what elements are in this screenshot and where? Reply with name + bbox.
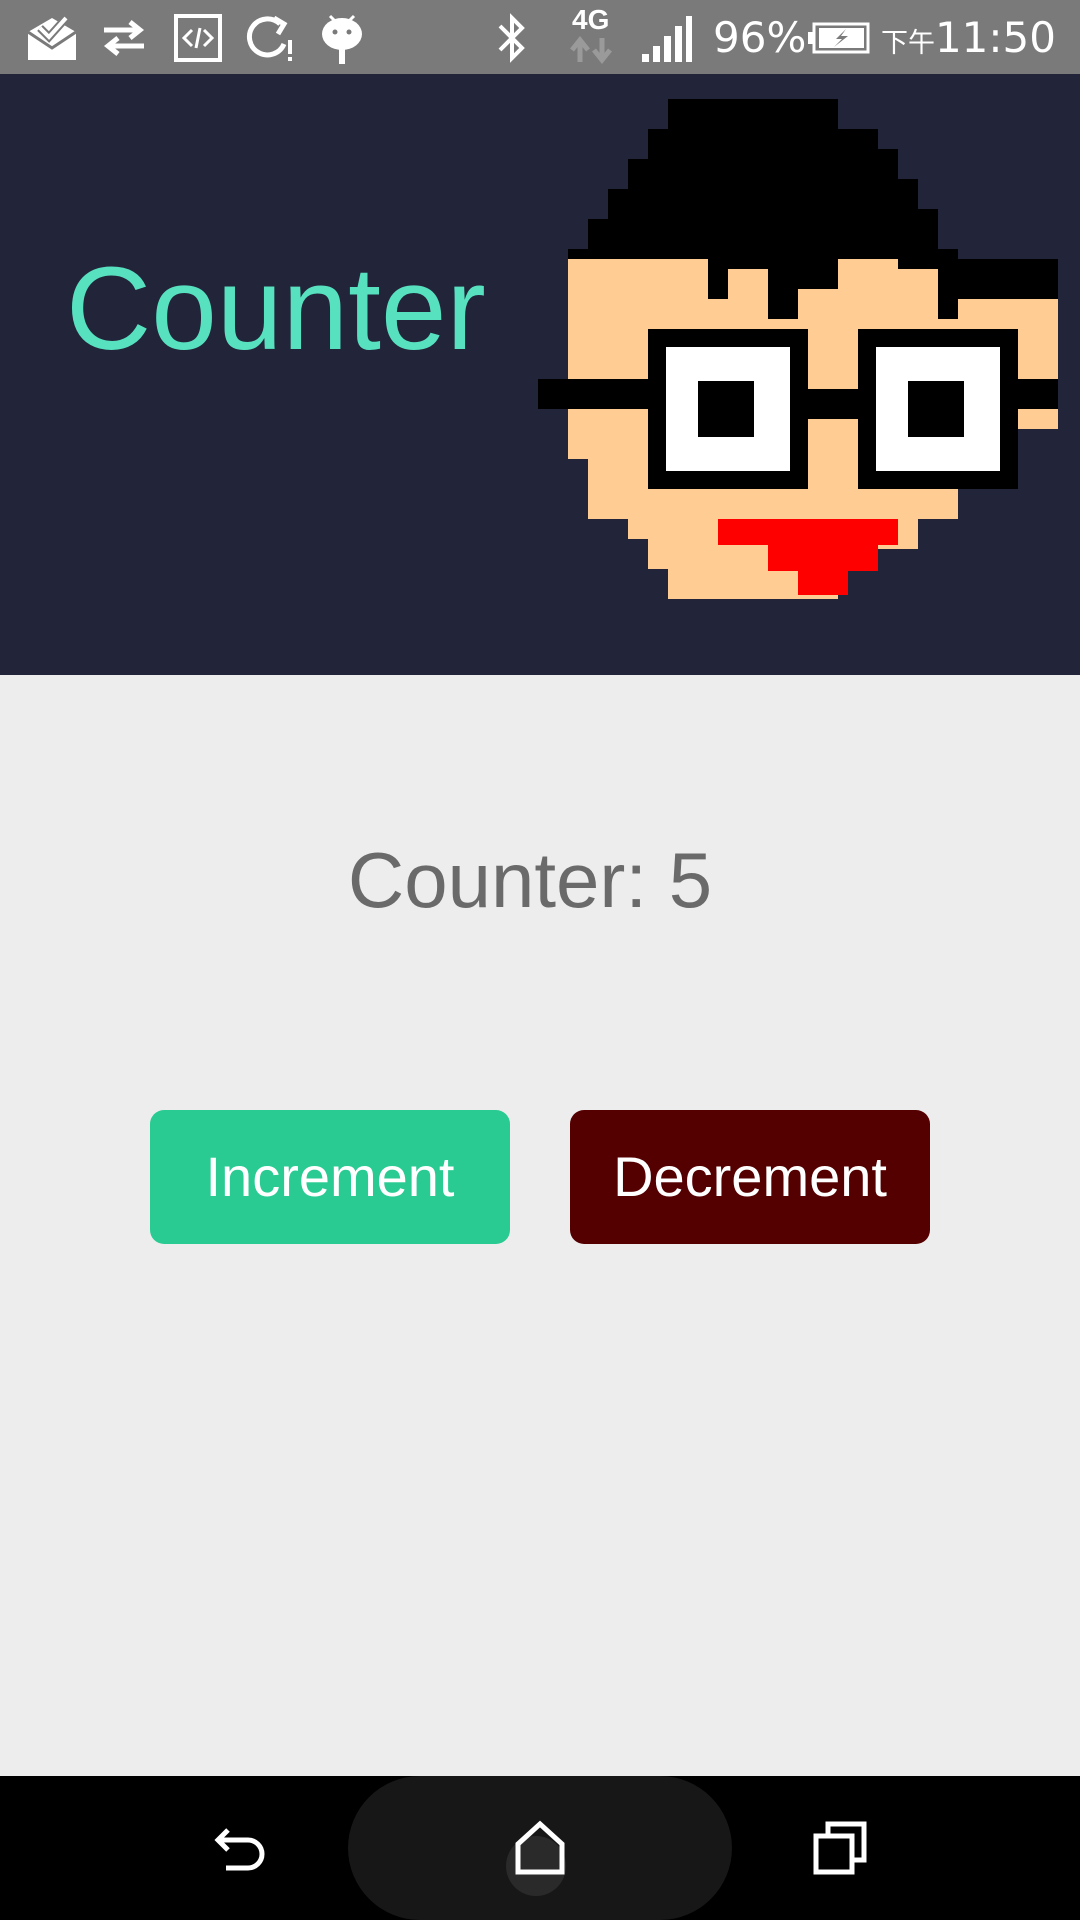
clock-period: 下午 (880, 28, 935, 59)
clock-time: 11:50 (934, 13, 1056, 62)
increment-button[interactable]: Increment (150, 1110, 510, 1244)
transfer-arrows-icon (103, 20, 145, 56)
bluetooth-icon (498, 13, 525, 63)
network-4g-label: 4G (572, 4, 610, 35)
counter-text: Counter: 5 (347, 836, 713, 924)
home-icon[interactable] (508, 1816, 572, 1880)
android-icon (322, 14, 362, 64)
sync-alert-icon (246, 15, 292, 61)
avatar-pixel-face-icon (538, 99, 1058, 599)
battery-percent: 96% (713, 13, 807, 62)
code-icon (174, 14, 222, 62)
signal-icon (642, 16, 692, 62)
back-icon[interactable] (208, 1816, 272, 1880)
page-title: Counter (66, 243, 486, 375)
decrement-button[interactable]: Decrement (570, 1110, 930, 1244)
network-4g-icon: 4G (564, 4, 620, 66)
status-bar: 4G 96% 下午11:50 (0, 0, 1080, 74)
clock: 下午11:50 (881, 10, 1056, 66)
recents-icon[interactable] (808, 1816, 872, 1880)
battery-charging-icon (808, 22, 870, 54)
mail-check-icon (27, 15, 77, 60)
navigation-bar (0, 1776, 1080, 1920)
app-header: Counter (0, 74, 1080, 675)
